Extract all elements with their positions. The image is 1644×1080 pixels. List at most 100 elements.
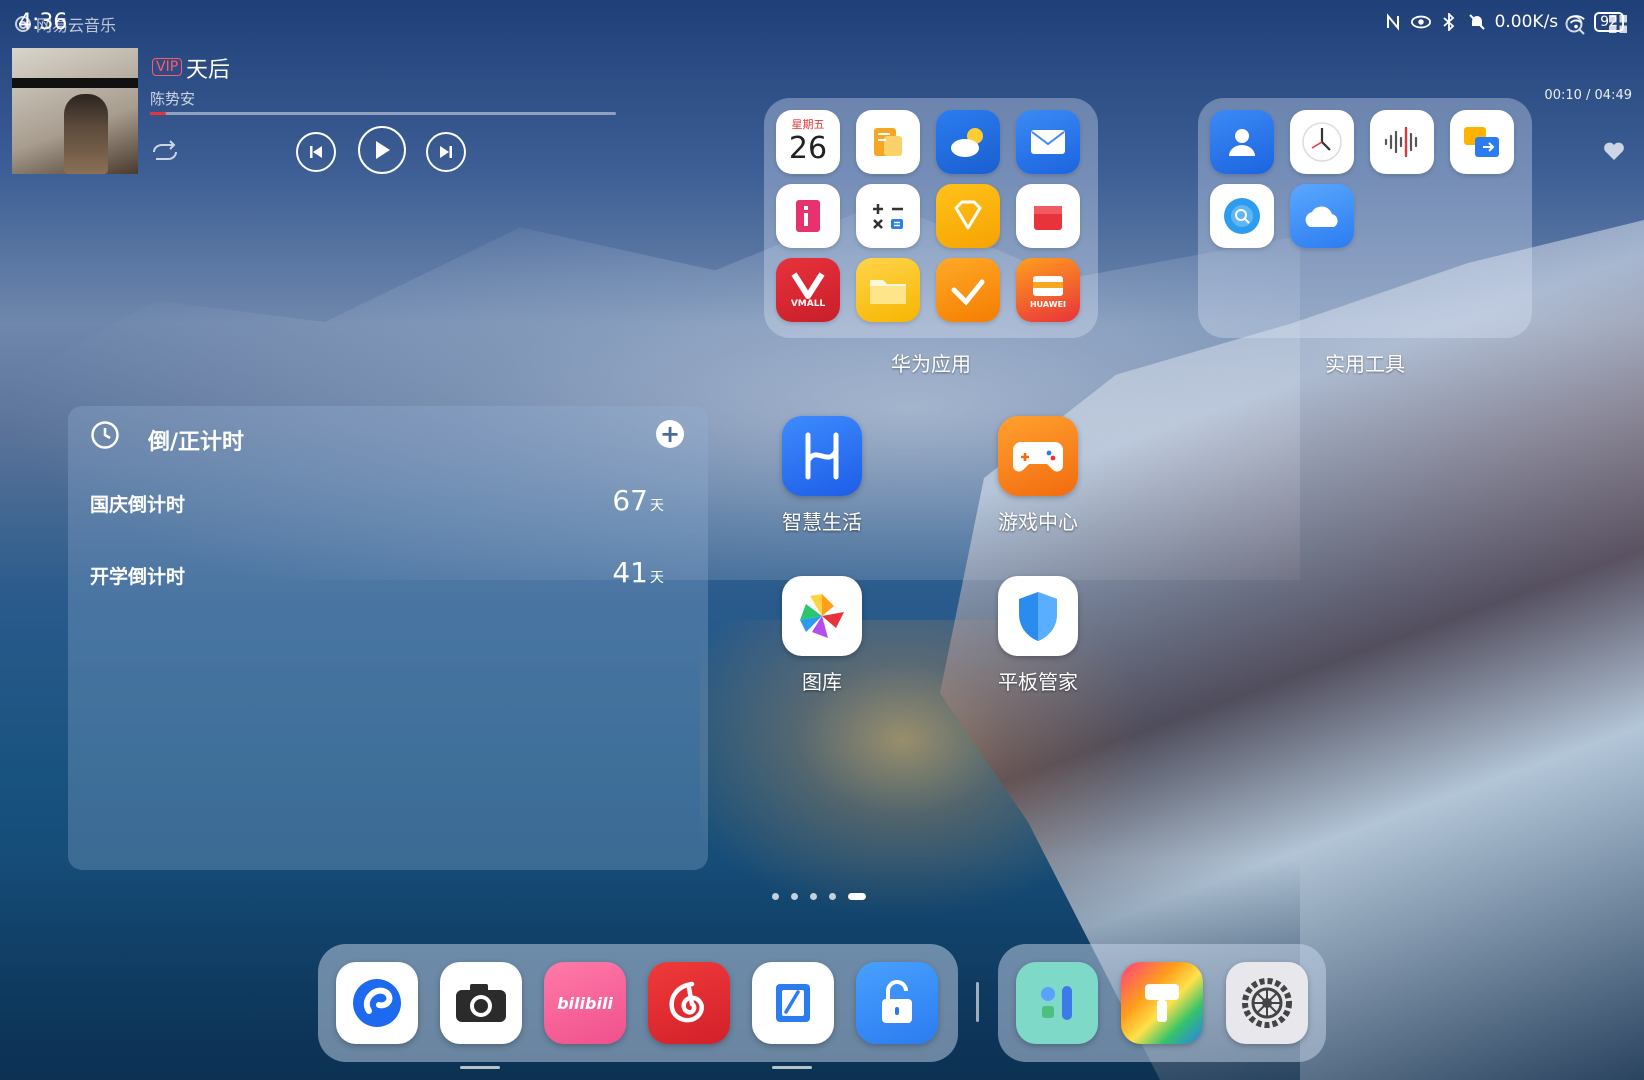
progress-fill	[150, 112, 167, 115]
previous-track-button[interactable]	[296, 132, 336, 172]
notes-pen-app-icon[interactable]	[752, 962, 834, 1069]
recorder-app-icon[interactable]	[1370, 110, 1434, 174]
folder-huawei-apps[interactable]: 星期五 26 VMALL HUAWEI	[764, 98, 1098, 338]
game-center-app-icon[interactable]	[998, 416, 1078, 496]
song-title: 天后	[186, 58, 231, 83]
vmall-app-icon[interactable]: VMALL	[776, 258, 840, 322]
camera-app-icon[interactable]	[440, 962, 522, 1069]
gallery-label: 图库	[802, 670, 842, 694]
app-assistant-icon[interactable]	[1016, 962, 1098, 1044]
vmall-text: VMALL	[790, 299, 826, 309]
paint-brush-icon	[1145, 984, 1179, 1022]
page-dot[interactable]	[810, 893, 817, 900]
browser-app-icon[interactable]	[336, 962, 418, 1044]
calendar-app-icon[interactable]: 星期五 26	[776, 110, 840, 174]
countdown-item[interactable]: 国庆倒计时 67 天	[90, 484, 686, 524]
folder-tools[interactable]	[1198, 98, 1532, 338]
theme-painter-app-icon[interactable]	[1121, 962, 1203, 1044]
page-dot-active[interactable]	[848, 893, 866, 900]
progress-bar[interactable]	[150, 112, 616, 115]
health-app-icon[interactable]	[936, 258, 1000, 322]
email-app-icon[interactable]	[1016, 110, 1080, 174]
huawei-text: HUAWEI	[1029, 299, 1067, 309]
countdown-unit: 天	[650, 498, 664, 514]
countdown-item-name: 国庆倒计时	[90, 494, 186, 516]
wallet-icon	[1033, 275, 1063, 296]
repeat-icon[interactable]	[150, 140, 180, 164]
bilibili-app-icon[interactable]: bilibili	[544, 962, 626, 1044]
status-bar: 4:36 0.00K/s 92	[0, 0, 1644, 46]
netease-logo-icon	[15, 16, 31, 32]
magnifier-app-icon[interactable]	[1210, 184, 1274, 248]
countdown-item-name: 开学倒计时	[90, 566, 186, 588]
cloud-app-icon[interactable]	[1290, 184, 1354, 248]
countdown-unit: 天	[650, 570, 664, 586]
calculator-icon	[873, 204, 903, 229]
tips-app-icon[interactable]	[776, 184, 840, 248]
page-dot[interactable]	[829, 893, 836, 900]
settings-app-icon[interactable]	[1226, 962, 1308, 1044]
clock-app-icon[interactable]	[1290, 110, 1354, 174]
grid-menu-icon[interactable]	[1608, 14, 1628, 34]
gamepad-icon	[1013, 442, 1063, 472]
page-dot[interactable]	[791, 893, 798, 900]
smart-life-label: 智慧生活	[782, 510, 862, 534]
files-app-icon[interactable]	[856, 258, 920, 322]
eye-comfort-icon	[1410, 13, 1431, 31]
folder-huawei-label: 华为应用	[891, 352, 971, 376]
like-heart-icon[interactable]	[1602, 140, 1626, 162]
search-icon[interactable]	[1564, 14, 1586, 36]
nfc-icon	[1383, 13, 1403, 31]
music-app-header: 网易云音乐	[14, 12, 116, 36]
smart-home-h-icon	[805, 432, 839, 480]
calendar-weekday: 星期五	[791, 118, 825, 131]
heart-check-icon	[951, 279, 985, 306]
dots-shapes-icon	[1041, 986, 1072, 1020]
person-icon	[1229, 129, 1255, 156]
tablet-manager-app-icon[interactable]	[998, 576, 1078, 656]
smart-life-app-icon[interactable]	[782, 416, 862, 496]
tablet-manager-label: 平板管家	[998, 670, 1078, 694]
pen-note-icon	[776, 984, 810, 1022]
calendar-day: 26	[788, 131, 828, 166]
play-button[interactable]	[358, 126, 406, 174]
album-cover[interactable]	[12, 48, 138, 174]
browser-swirl-icon	[353, 979, 401, 1027]
page-indicator[interactable]	[772, 893, 866, 900]
app-lock-app-icon[interactable]	[856, 962, 938, 1044]
gallery-app-icon[interactable]	[782, 576, 862, 656]
mail-icon	[1031, 130, 1065, 154]
skip-next-icon	[440, 146, 452, 158]
countdown-item[interactable]: 开学倒计时 41 天	[90, 556, 686, 596]
folder-tools-label: 实用工具	[1325, 352, 1405, 376]
gift-box-icon	[1034, 206, 1062, 230]
themes-app-icon[interactable]	[1016, 184, 1080, 248]
add-countdown-button[interactable]: +	[656, 420, 684, 448]
screen-share-icon	[1464, 127, 1499, 157]
gear-icon	[1242, 978, 1292, 1028]
camera-icon	[456, 984, 506, 1022]
mute-bell-icon	[1467, 13, 1487, 31]
member-center-app-icon[interactable]	[936, 184, 1000, 248]
calculator-app-icon[interactable]	[856, 184, 920, 248]
diamond-icon	[954, 200, 982, 230]
music-toolbar	[1564, 14, 1628, 36]
countdown-days: 41	[612, 556, 648, 589]
magnifier-icon	[1224, 198, 1260, 234]
song-artist: 陈势安	[150, 90, 196, 108]
weather-app-icon[interactable]	[936, 110, 1000, 174]
countdown-days: 67	[612, 484, 648, 517]
next-track-button[interactable]	[426, 132, 466, 172]
page-dot[interactable]	[772, 893, 779, 900]
cover-band	[12, 78, 138, 88]
multiscreen-app-icon[interactable]	[1450, 110, 1514, 174]
network-speed: 0.00K/s	[1494, 12, 1559, 32]
notepad-app-icon[interactable]	[856, 110, 920, 174]
weather-icon	[951, 128, 983, 157]
huawei-wallet-app-icon[interactable]: HUAWEI	[1016, 258, 1080, 322]
vip-badge: VIP	[152, 58, 183, 76]
contacts-app-icon[interactable]	[1210, 110, 1274, 174]
countdown-widget[interactable]: 倒/正计时 + 国庆倒计时 67 天 开学倒计时 41 天	[68, 406, 708, 870]
bluetooth-icon	[1439, 13, 1459, 31]
netease-music-app-icon[interactable]	[648, 962, 730, 1044]
